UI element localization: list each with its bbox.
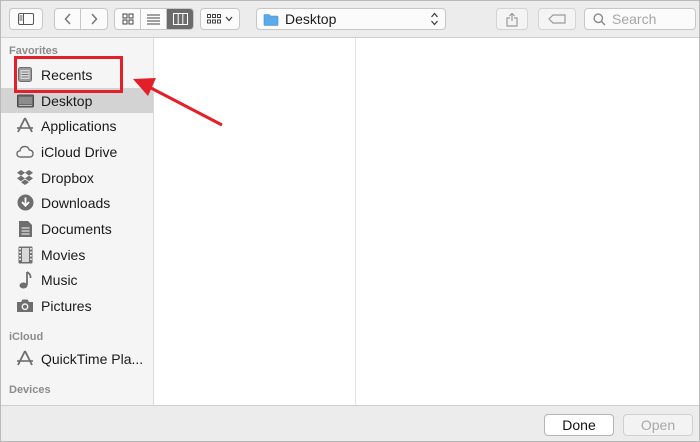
grid-group-icon [207, 14, 221, 24]
columns-icon [172, 13, 188, 25]
dialog-footer: Done Open [1, 405, 699, 441]
browser-column-2[interactable] [356, 38, 699, 405]
pictures-icon [16, 297, 34, 315]
open-button[interactable]: Open [623, 414, 693, 436]
sidebar-item-pictures[interactable]: Pictures [1, 293, 153, 318]
sidebar-item-quicktime[interactable]: QuickTime Pla... [1, 346, 153, 371]
downloads-icon [16, 194, 34, 212]
search-input[interactable] [612, 11, 692, 27]
share-icon [506, 12, 518, 27]
done-button[interactable]: Done [544, 414, 614, 436]
dropbox-icon [16, 169, 34, 187]
sidebar-item-movies[interactable]: Movies [1, 242, 153, 267]
devices-header: Devices [9, 384, 51, 396]
sidebar-toggle-button[interactable] [9, 8, 43, 30]
view-mode-control [114, 8, 194, 30]
sidebar-item-dropbox[interactable]: Dropbox [1, 165, 153, 190]
desktop-icon [16, 92, 34, 110]
icon-view-button[interactable] [115, 9, 141, 29]
cloud-icon [16, 143, 34, 161]
location-label: Desktop [285, 11, 337, 27]
tag-button[interactable] [538, 8, 576, 30]
toolbar: Desktop [1, 1, 699, 38]
sidebar-item-label: QuickTime Pla... [41, 350, 144, 367]
icloud-header: iCloud [9, 331, 44, 343]
back-forward-control [54, 8, 108, 30]
location-popup[interactable]: Desktop [256, 8, 446, 30]
sidebar-item-label: Pictures [41, 297, 92, 314]
sidebar-item-icloud-drive[interactable]: iCloud Drive [1, 139, 153, 164]
search-field[interactable] [584, 8, 696, 30]
sidebar-item-documents[interactable]: Documents [1, 216, 153, 241]
forward-button[interactable] [81, 9, 107, 29]
sidebar-item-label: Desktop [41, 92, 93, 109]
browser-column-1[interactable] [154, 38, 356, 405]
documents-icon [16, 220, 34, 238]
folder-icon [263, 13, 279, 26]
movies-icon [16, 246, 34, 264]
chevron-right-icon [91, 13, 98, 25]
sidebar-icon [18, 13, 34, 25]
sidebar-item-label: Applications [41, 117, 117, 134]
sidebar-item-downloads[interactable]: Downloads [1, 190, 153, 215]
column-view-button[interactable] [167, 9, 193, 29]
search-icon [593, 12, 606, 26]
sidebar-item-music[interactable]: Music [1, 267, 153, 292]
highlight-box [14, 56, 123, 93]
sidebar: Favorites Recents Desktop Applications i… [1, 38, 154, 405]
sidebar-item-label: Documents [41, 220, 112, 237]
list-icon [147, 14, 160, 24]
sidebar-item-label: Dropbox [41, 169, 94, 186]
sidebar-item-applications[interactable]: Applications [1, 113, 153, 138]
chevron-left-icon [63, 13, 71, 25]
sidebar-item-label: Music [41, 271, 78, 288]
back-button[interactable] [55, 9, 81, 29]
chevron-down-icon [225, 16, 233, 22]
list-view-button[interactable] [141, 9, 167, 29]
updown-chevron-icon [431, 12, 438, 26]
applications-icon [16, 350, 34, 368]
sidebar-item-label: iCloud Drive [41, 143, 118, 160]
applications-icon [16, 117, 34, 135]
icon-grid-icon [122, 13, 133, 25]
file-dialog: Desktop Favorites Recents Desktop [0, 0, 700, 442]
sidebar-item-label: Movies [41, 246, 86, 263]
music-icon [16, 270, 34, 289]
tag-icon [548, 14, 566, 24]
sidebar-item-label: Downloads [41, 194, 111, 211]
share-button[interactable] [496, 8, 528, 30]
group-by-button[interactable] [200, 8, 240, 30]
